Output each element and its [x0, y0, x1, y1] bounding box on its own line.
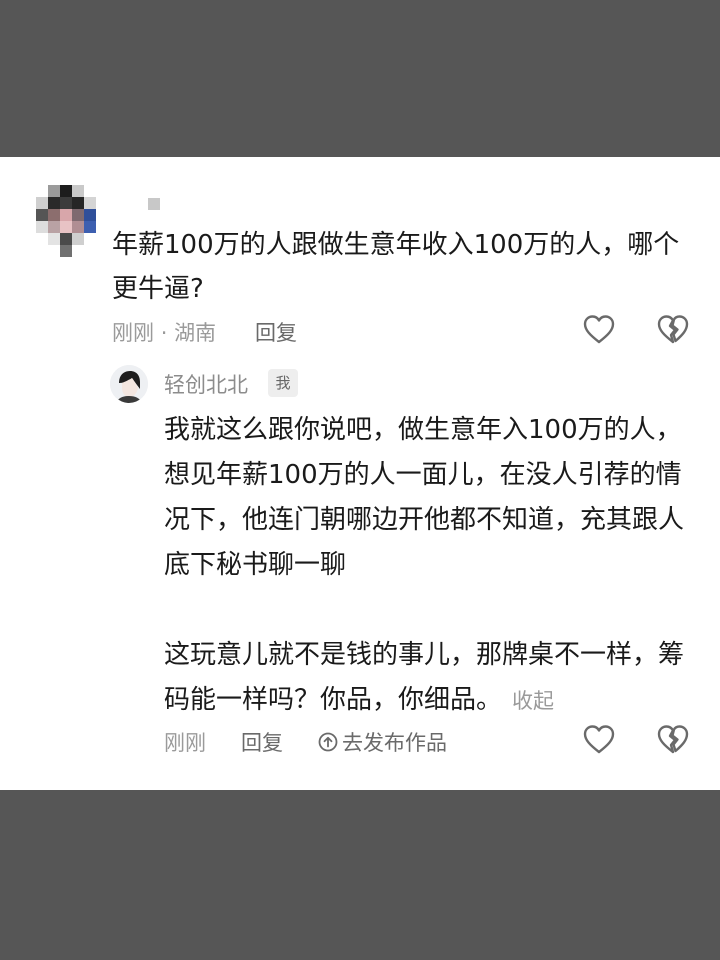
- publish-label: 去发布作品: [342, 731, 447, 755]
- comment-text: 年薪100万的人跟做生意年收入100万的人，哪个更牛逼?: [112, 230, 680, 304]
- commenter-avatar[interactable]: [36, 185, 98, 257]
- up-arrow-circle-icon: [318, 732, 338, 752]
- heart-icon[interactable]: [582, 723, 616, 757]
- heart-icon[interactable]: [582, 313, 616, 347]
- meta-separator: ·: [160, 321, 168, 345]
- reply-avatar[interactable]: [110, 365, 148, 403]
- comment-card: 年薪100万的人跟做生意年收入100万的人，哪个更牛逼? 刚刚 · 湖南 回复 …: [0, 157, 720, 790]
- publish-work-button[interactable]: 去发布作品: [318, 727, 447, 757]
- reply-paragraph-1: 我就这么跟你说吧，做生意年入100万的人，想见年薪100万的人一面儿，在没人引荐…: [164, 415, 685, 580]
- reply-time: 刚刚: [164, 731, 206, 755]
- comment-reply-button[interactable]: 回复: [255, 317, 297, 347]
- reply-reply-button[interactable]: 回复: [241, 727, 283, 757]
- comment-location: 湖南: [174, 321, 217, 345]
- reply-paragraph-2-text: 这玩意儿就不是钱的事儿，那牌桌不一样，筹码能一样吗？你品，你细品。: [164, 640, 685, 715]
- reply-username[interactable]: 轻创北北: [164, 369, 248, 399]
- comment-time: 刚刚: [112, 321, 154, 345]
- comment-meta: 刚刚 · 湖南: [112, 317, 216, 347]
- reply-text: 我就这么跟你说吧，做生意年入100万的人，想见年薪100万的人一面儿，在没人引荐…: [164, 408, 684, 724]
- broken-heart-icon[interactable]: [656, 723, 690, 757]
- commenter-name-redacted[interactable]: [148, 198, 160, 210]
- reply-paragraph-2: 这玩意儿就不是钱的事儿，那牌桌不一样，筹码能一样吗？你品，你细品。 收起: [164, 633, 684, 724]
- broken-heart-icon[interactable]: [656, 313, 690, 347]
- me-badge: 我: [268, 369, 298, 397]
- collapse-button[interactable]: 收起: [512, 689, 554, 713]
